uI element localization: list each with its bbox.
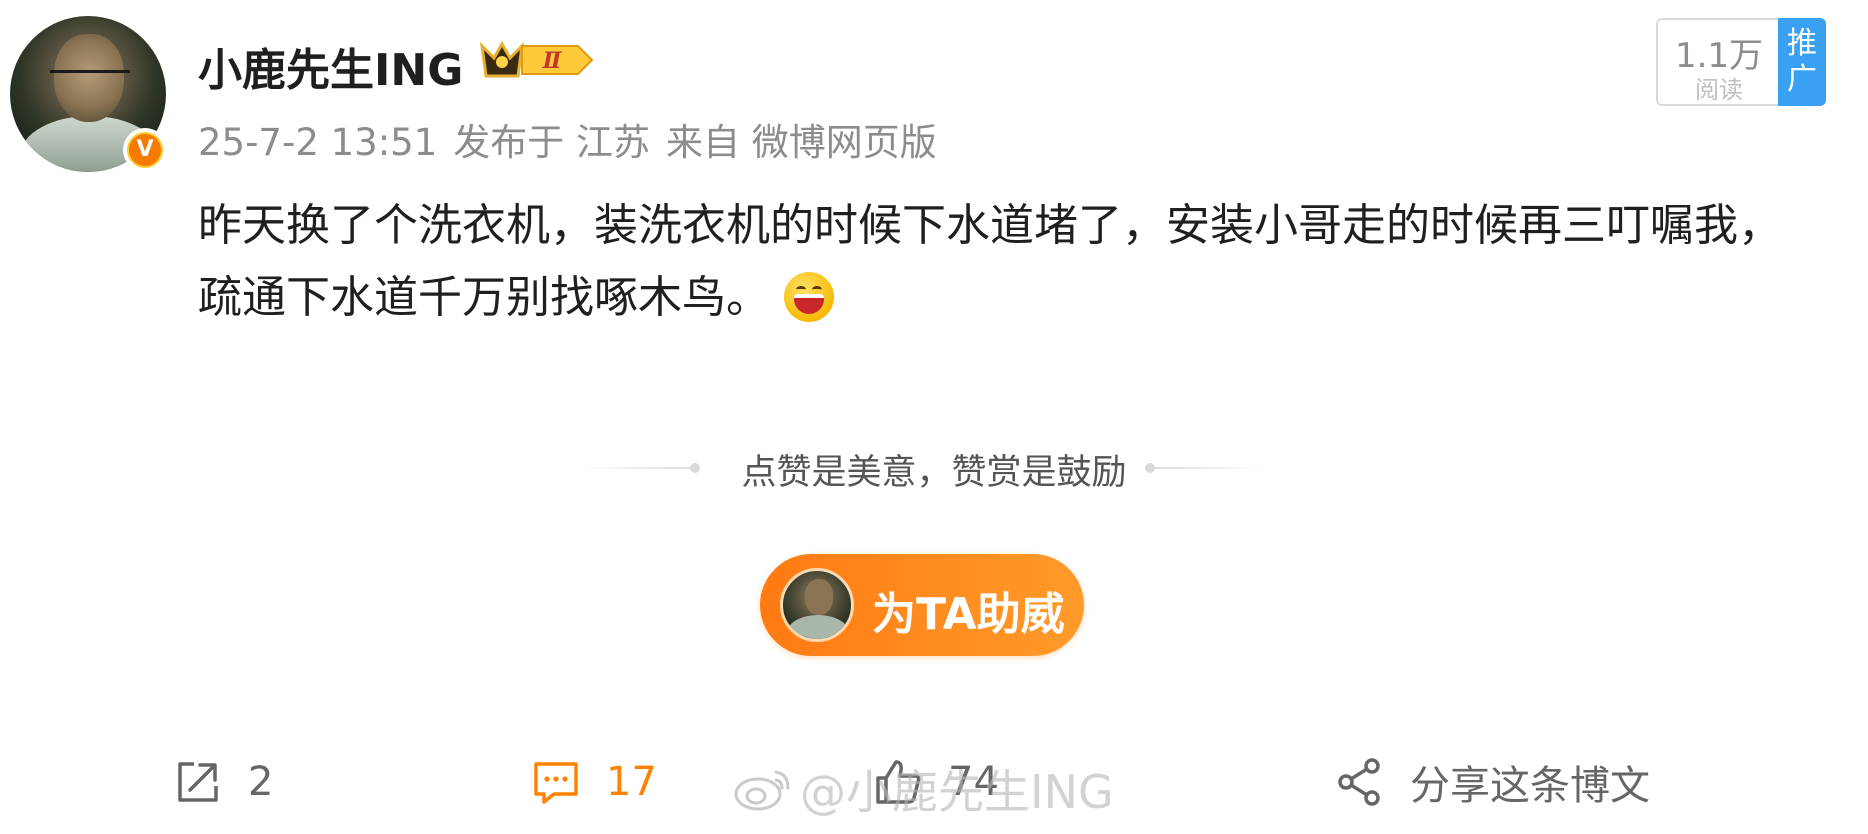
share-button[interactable]: 分享这条博文 [1334, 752, 1650, 812]
cheer-button-avatar [780, 568, 854, 642]
verified-badge-letter: V [127, 132, 163, 168]
tagline-line-right [1154, 467, 1264, 469]
tagline-dot-left [690, 463, 700, 473]
emoji-eye-left [796, 286, 806, 293]
mini-avatar-hood [787, 615, 849, 639]
vip-crown-icon[interactable]: Ⅱ [478, 38, 596, 82]
post-text-line-1: 昨天换了个洗衣机，装洗衣机的时候下水道堵了，安装小哥走的时候再三叮嘱我， [198, 200, 1782, 251]
mini-avatar-face [805, 579, 833, 615]
emoji-eye-right [812, 286, 822, 293]
cheer-button[interactable]: 为TA助威 [760, 554, 1084, 656]
post-content: 昨天换了个洗衣机，装洗衣机的时候下水道堵了，安装小哥走的时候再三叮嘱我， 疏通下… [198, 190, 1838, 334]
watermark-text: @小鹿先生ING [800, 765, 1114, 819]
post-location: 发布于 江苏 [453, 121, 651, 164]
comment-icon [534, 762, 578, 804]
comment-button[interactable]: 17 [530, 752, 657, 812]
avatar-glasses [50, 70, 130, 91]
cheer-button-label: 为TA助威 [872, 589, 1065, 640]
post-date[interactable]: 25-7-2 13:51 [198, 121, 437, 164]
author-name[interactable]: 小鹿先生ING [198, 34, 463, 98]
post-text-line-2: 疏通下水道千万别找啄木鸟。 [198, 262, 1838, 334]
weibo-post-page: V 小鹿先生ING Ⅱ 25-7-2 13:51 发布于 江苏 来自 微博网页版 1… [0, 0, 1868, 834]
repost-count: 2 [248, 759, 274, 805]
weibo-logo-icon [734, 770, 790, 811]
share-label: 分享这条博文 [1410, 763, 1650, 809]
weibo-watermark: @小鹿先生ING [732, 756, 1114, 822]
share-icon [1338, 758, 1380, 806]
post-meta: 25-7-2 13:51 发布于 江苏 来自 微博网页版 [198, 112, 953, 166]
laughing-emoji-icon [784, 272, 834, 322]
vip-level-text: Ⅱ [542, 48, 563, 74]
comment-count: 17 [606, 759, 657, 805]
repost-icon [178, 762, 218, 802]
read-count-box: 1.1万 阅读 推广 [1656, 18, 1826, 106]
emoji-mouth [794, 294, 824, 314]
post-text-line-2-text: 疏通下水道千万别找啄木鸟。 [198, 272, 770, 323]
promote-button[interactable]: 推广 [1778, 18, 1826, 106]
verified-badge-icon: V [123, 128, 167, 172]
post-source: 来自 微博网页版 [666, 121, 937, 164]
tagline-line-left [580, 467, 694, 469]
read-label: 阅读 [1695, 76, 1743, 104]
reward-tagline-row: 点赞是美意，赞赏是鼓励 [0, 448, 1868, 493]
repost-button[interactable]: 2 [172, 752, 273, 812]
reward-tagline: 点赞是美意，赞赏是鼓励 [741, 453, 1127, 493]
